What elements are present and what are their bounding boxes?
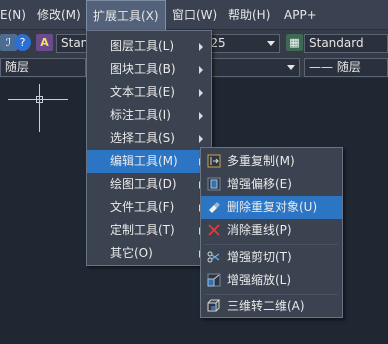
- sub-item-label: 增强剪切(T): [227, 250, 292, 264]
- sub-item-multi-copy[interactable]: 多重复制(M): [201, 150, 342, 173]
- text-style-select[interactable]: Stan: [56, 34, 90, 53]
- submenu-separator: [205, 244, 338, 245]
- remove-overlap-icon: [208, 224, 220, 236]
- chevron-right-icon: [199, 66, 203, 74]
- dd-item-label: 编辑工具(M): [110, 154, 178, 168]
- sub-item-label: 多重复制(M): [227, 154, 295, 168]
- chevron-down-icon: [267, 41, 275, 46]
- sub-item-remove-overlap[interactable]: 消除重线(P): [201, 219, 342, 242]
- enhanced-scale-icon: [207, 273, 221, 287]
- menu-bar: E(N) 修改(M) 扩展工具(X) 窗口(W) 帮助(H) APP+: [0, 0, 388, 30]
- sub-item-enhanced-trim[interactable]: 增强剪切(T): [201, 246, 342, 269]
- chevron-right-icon: [199, 43, 203, 51]
- color-select[interactable]: 随层: [0, 58, 86, 77]
- dd-item-label: 其它(O): [110, 246, 153, 260]
- sub-item-enhanced-scale[interactable]: 增强缩放(L): [201, 269, 342, 292]
- dd-item-text-tools[interactable]: 文本工具(E): [87, 81, 211, 104]
- dd-item-custom-tools[interactable]: 定制工具(T): [87, 219, 211, 242]
- sub-item-3d-to-2d[interactable]: 三维转二维(A): [201, 295, 342, 318]
- enhanced-offset-icon: [207, 177, 221, 191]
- menu-view[interactable]: E(N): [0, 0, 26, 30]
- dd-item-label: 图层工具(L): [110, 39, 175, 53]
- dd-item-label: 绘图工具(D): [110, 177, 177, 191]
- dd-item-draw-tools[interactable]: 绘图工具(D): [87, 173, 211, 196]
- edit-tools-submenu: 多重复制(M) 增强偏移(E) 删除重复对象(U) 消除重线(P) 增强剪切(T…: [200, 147, 343, 318]
- 3d-to-2d-icon: [207, 299, 221, 312]
- linetype-select[interactable]: —— 随层: [304, 58, 388, 77]
- sub-item-label: 增强偏移(E): [227, 177, 292, 191]
- menu-app-plus[interactable]: APP+: [284, 0, 317, 30]
- sub-item-label: 三维转二维(A): [227, 299, 305, 313]
- sub-item-enhanced-offset[interactable]: 增强偏移(E): [201, 173, 342, 196]
- sub-item-label: 增强缩放(L): [227, 273, 292, 287]
- menu-help[interactable]: 帮助(H): [228, 0, 270, 30]
- crosshair-vertical: [39, 84, 40, 132]
- menu-window[interactable]: 窗口(W): [172, 0, 217, 30]
- menu-extension-tools[interactable]: 扩展工具(X): [86, 0, 166, 30]
- dd-item-label: 文本工具(E): [110, 85, 175, 99]
- sub-item-label: 消除重线(P): [227, 223, 292, 237]
- text-style-icon: A: [36, 34, 53, 51]
- dd-item-layer-tools[interactable]: 图层工具(L): [87, 35, 211, 58]
- chevron-right-icon: [199, 112, 203, 120]
- table-style-select[interactable]: Standard: [304, 34, 388, 53]
- sub-item-delete-duplicates[interactable]: 删除重复对象(U): [201, 196, 342, 219]
- dd-item-label: 图块工具(B): [110, 62, 176, 76]
- dd-item-select-tools[interactable]: 选择工具(S): [87, 127, 211, 150]
- multi-copy-icon: [207, 154, 221, 168]
- chevron-down-icon: [287, 65, 295, 70]
- extension-tools-dropdown: 图层工具(L) 图块工具(B) 文本工具(E) 标注工具(I) 选择工具(S) …: [86, 30, 212, 266]
- dd-item-dimension-tools[interactable]: 标注工具(I): [87, 104, 211, 127]
- menu-modify[interactable]: 修改(M): [37, 0, 81, 30]
- scissors-icon: [207, 251, 220, 263]
- delete-duplicates-icon: [209, 202, 220, 213]
- dd-item-label: 标注工具(I): [110, 108, 171, 122]
- dd-item-file-tools[interactable]: 文件工具(F): [87, 196, 211, 219]
- layer-select[interactable]: [202, 58, 300, 77]
- help-icon[interactable]: ?: [14, 34, 31, 51]
- dim-style-select[interactable]: -25: [202, 34, 280, 53]
- dd-item-label: 文件工具(F): [110, 200, 175, 214]
- dd-item-other[interactable]: 其它(O): [87, 242, 211, 265]
- table-style-icon: ▦: [286, 34, 303, 51]
- dd-item-label: 定制工具(T): [110, 223, 175, 237]
- dd-item-edit-tools[interactable]: 编辑工具(M): [87, 150, 211, 173]
- chevron-right-icon: [199, 89, 203, 97]
- sub-item-label: 删除重复对象(U): [227, 200, 318, 214]
- dd-item-block-tools[interactable]: 图块工具(B): [87, 58, 211, 81]
- crosshair-pickbox: [36, 96, 43, 103]
- dd-item-label: 选择工具(S): [110, 131, 175, 145]
- chevron-right-icon: [199, 135, 203, 143]
